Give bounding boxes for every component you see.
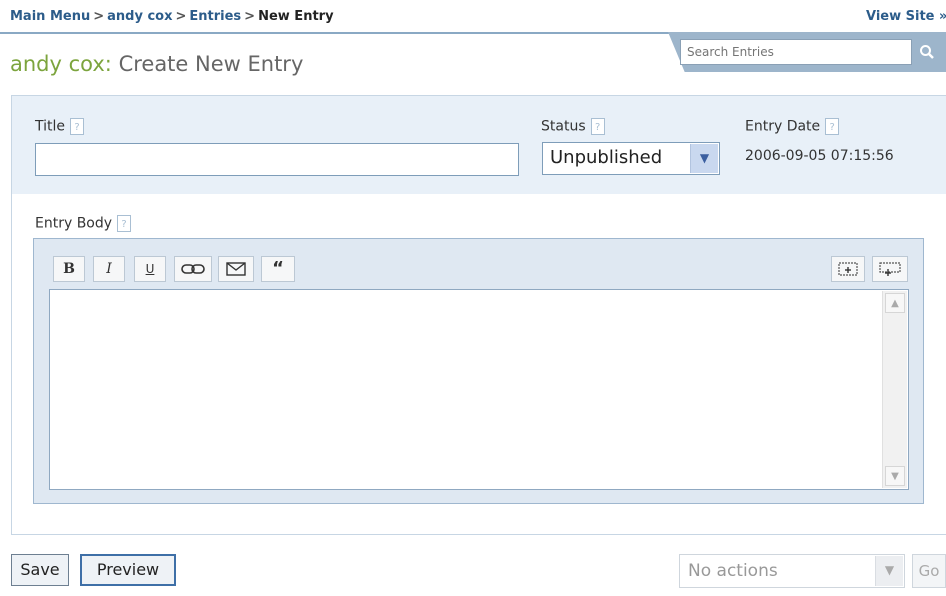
status-value: Unpublished [550,147,663,168]
status-select[interactable]: Unpublished ▼ [542,142,720,175]
email-icon [226,262,246,276]
title-label: Title? [35,118,85,135]
status-label-text: Status [541,118,586,135]
entry-date-help-icon[interactable]: ? [825,118,840,135]
title-help-icon[interactable]: ? [70,118,85,135]
view-site-label: View Site [866,9,935,24]
email-button[interactable] [218,256,254,282]
search-input[interactable] [680,39,912,65]
breadcrumb: Main Menu > andy cox > Entries > New Entry [10,9,334,24]
chevron-down-icon[interactable]: ▼ [690,144,718,173]
chevron-down-icon[interactable]: ▼ [875,556,903,586]
breadcrumb-separator: > [175,9,187,24]
underline-button[interactable]: U [134,256,166,282]
entry-body-textarea[interactable]: ▲ ▼ [49,289,909,490]
insert-file-icon [838,262,858,276]
italic-button[interactable]: I [93,256,125,282]
status-help-icon[interactable]: ? [590,118,605,135]
breadcrumb-entries[interactable]: Entries [189,9,241,24]
insert-image-icon [879,262,901,276]
breadcrumb-separator: > [93,9,105,24]
save-button[interactable]: Save [11,554,69,586]
title-input[interactable] [35,143,519,176]
preview-button[interactable]: Preview [80,554,176,586]
breadcrumb-blog[interactable]: andy cox [107,9,172,24]
entry-date-label: Entry Date? [745,118,840,135]
entry-body-help-icon[interactable]: ? [117,215,132,232]
scroll-down-icon[interactable]: ▼ [885,466,905,486]
breadcrumb-current: New Entry [258,9,334,24]
view-site-arrow-icon: » [939,9,946,24]
entry-body-label-text: Entry Body [35,215,113,232]
breadcrumb-separator: > [244,9,256,24]
entry-date-value: 2006-09-05 07:15:56 [745,148,894,164]
link-button[interactable] [174,256,212,282]
status-label: Status? [541,118,605,135]
actions-select[interactable]: No actions ▼ [679,554,905,588]
blog-name: andy cox: [10,52,112,76]
actions-value: No actions [688,561,778,581]
page-title: andy cox: Create New Entry [10,52,303,76]
editor-scrollbar[interactable]: ▲ ▼ [882,291,907,488]
quote-button[interactable]: “ [261,256,295,282]
go-button[interactable]: Go [912,554,946,588]
insert-file-button[interactable] [831,256,865,282]
insert-image-button[interactable] [872,256,908,282]
title-label-text: Title [35,118,66,135]
link-icon [181,264,205,274]
entry-date-label-text: Entry Date [745,118,821,135]
search-icon[interactable] [914,40,940,64]
breadcrumb-main-menu[interactable]: Main Menu [10,9,90,24]
view-site-link[interactable]: View Site » [866,9,946,24]
entry-body-label: Entry Body? [35,215,132,232]
scroll-up-icon[interactable]: ▲ [885,293,905,313]
bold-button[interactable]: B [53,256,85,282]
page-title-text: Create New Entry [118,52,304,76]
